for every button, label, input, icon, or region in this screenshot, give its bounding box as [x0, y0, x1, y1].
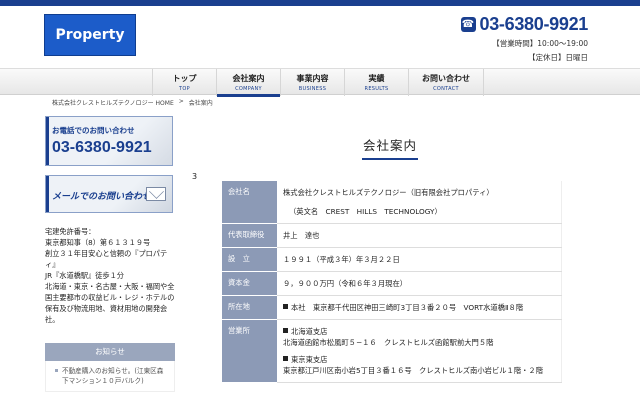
nav-business-en: BUSINESS	[298, 86, 327, 92]
top-accent-bar	[0, 0, 640, 6]
title-underline	[362, 158, 418, 160]
notice-item[interactable]: 不動産購入のお知らせ。(江東区森下マンション１０戸バルク)	[54, 366, 166, 386]
bullet-square-icon	[283, 328, 288, 333]
row-value: 井上 達也	[277, 223, 562, 248]
notice-list: 不動産購入のお知らせ。(江東区森下マンション１０戸バルク)	[45, 361, 175, 392]
sidebar: お電話でのお問い合わせ 03-6380-9921 メールでのお問い合わせ 宅建免…	[45, 116, 175, 392]
office-name: 東京東支店	[291, 355, 328, 364]
nav-top-label: トップ	[172, 74, 197, 83]
row-value: 本社 東京都千代田区神田三崎町3丁目３番２０号 VORT水道橋Ⅱ８階	[277, 295, 562, 320]
breadcrumb: 株式会社クレストヒルズテクノロジー HOME > 会社案内	[52, 98, 213, 107]
nav-contact[interactable]: お問い合わせ CONTACT	[408, 69, 484, 96]
nav-business[interactable]: 事業内容 BUSINESS	[280, 69, 344, 96]
main-nav: トップ TOP 会社案内 COMPANY 事業内容 BUSINESS 実績 RE…	[152, 69, 484, 97]
nav-results-en: RESULTS	[364, 86, 389, 92]
address: 本社 東京都千代田区神田三崎町3丁目３番２０号 VORT水道橋Ⅱ８階	[291, 303, 524, 312]
row-label: 設 立	[222, 247, 277, 272]
header-phone-number[interactable]: 03-6380-9921	[480, 14, 589, 35]
office-address: 東京都江戸川区南小岩5丁目３番１６号 クレストヒルズ南小岩ビル１階・２階	[283, 366, 544, 375]
nav-company-label: 会社案内	[232, 74, 265, 83]
business-hours: 【営業時間】10:00〜19:00	[492, 39, 588, 48]
table-row: 所在地 本社 東京都千代田区神田三崎町3丁目３番２０号 VORT水道橋Ⅱ８階	[222, 295, 562, 320]
company-name-en: （英文名 CREST HILLS TECHNOLOGY）	[289, 207, 442, 216]
table-row: 会社名 株式会社クレストヒルズテクノロジー（旧有限会社プロパティ） （英文名 C…	[222, 181, 562, 224]
phone-icon: ☎	[460, 17, 476, 32]
row-label: 資本金	[222, 271, 277, 296]
office-name: 北海道支店	[291, 327, 328, 336]
notice-heading: お知らせ	[45, 343, 175, 361]
banner-accent	[46, 117, 49, 165]
banner-accent	[46, 176, 49, 212]
table-row: 代表取締役 井上 達也	[222, 223, 562, 248]
breadcrumb-separator: >	[178, 98, 184, 105]
mail-banner-caption: メールでのお問い合わせ	[52, 192, 152, 202]
row-value: 北海道支店 北海道函館市松風町５−１６ クレストヒルズ函館駅前大門５階 東京東支…	[277, 319, 562, 383]
nav-company-en: COMPANY	[235, 86, 262, 92]
license-line: 創立３１年目安心と信頼の『プロパティ』	[45, 249, 168, 269]
nav-business-label: 事業内容	[296, 74, 329, 83]
office-entry: 東京東支店 東京都江戸川区南小岩5丁目３番１６号 クレストヒルズ南小岩ビル１階・…	[283, 354, 555, 376]
table-row: 営業所 北海道支店 北海道函館市松風町５−１６ クレストヒルズ函館駅前大門５階 …	[222, 319, 562, 383]
row-label: 営業所	[222, 319, 277, 383]
stray-text: 3	[192, 172, 198, 181]
company-name: 株式会社クレストヒルズテクノロジー（旧有限会社プロパティ）	[283, 188, 494, 197]
license-line: 北海道・東京・名古屋・大阪・福岡や全国主要都市の収益ビル・レジ・ホテルの保有及び…	[45, 282, 175, 324]
nav-top-en: TOP	[179, 86, 190, 92]
breadcrumb-home-link[interactable]: 株式会社クレストヒルズテクノロジー HOME	[52, 98, 174, 107]
row-label: 会社名	[222, 181, 277, 224]
row-value: ９，９００万円（令和６年３月現在）	[277, 271, 562, 296]
office-entry: 北海道支店 北海道函館市松風町５−１６ クレストヒルズ函館駅前大門５階	[283, 326, 555, 348]
license-info: 宅建免許番号： 東京都知事（8）第６１３１９号 創立３１年目安心と信頼の『プロパ…	[45, 226, 177, 325]
site-logo[interactable]: Property	[44, 14, 136, 56]
nav-top[interactable]: トップ TOP	[152, 69, 216, 96]
holiday: 【定休日】日曜日	[528, 53, 588, 62]
nav-results-label: 実績	[368, 74, 385, 83]
nav-company[interactable]: 会社案内 COMPANY	[216, 69, 280, 97]
company-info-table: 会社名 株式会社クレストヒルズテクノロジー（旧有限会社プロパティ） （英文名 C…	[222, 181, 562, 383]
tel-banner-number: 03-6380-9921	[52, 139, 152, 156]
tel-contact-banner[interactable]: お電話でのお問い合わせ 03-6380-9921	[45, 116, 173, 166]
envelope-icon	[146, 187, 166, 201]
row-label: 代表取締役	[222, 223, 277, 248]
bullet-square-icon	[283, 356, 288, 361]
license-line: 宅建免許番号：	[45, 227, 96, 236]
breadcrumb-current: 会社案内	[188, 100, 213, 107]
mail-contact-banner[interactable]: メールでのお問い合わせ	[45, 175, 173, 213]
nav-contact-label: お問い合わせ	[422, 74, 470, 83]
nav-results[interactable]: 実績 RESULTS	[344, 69, 408, 96]
bullet-square-icon	[283, 304, 288, 309]
table-row: 設 立 １９９１（平成３年）年３月２２日	[222, 247, 562, 272]
row-value: 株式会社クレストヒルズテクノロジー（旧有限会社プロパティ） （英文名 CREST…	[277, 181, 562, 224]
table-row: 資本金 ９，９００万円（令和６年３月現在）	[222, 271, 562, 296]
tel-banner-caption: お電話でのお問い合わせ	[52, 126, 135, 135]
license-line: JR『水道橋駅』徒歩１分	[45, 271, 124, 280]
header-contact: ☎ 03-6380-9921 【営業時間】10:00〜19:00 【定休日】日曜…	[460, 14, 589, 63]
page-title: 会社案内	[362, 138, 417, 153]
row-label: 所在地	[222, 295, 277, 320]
row-value: １９９１（平成３年）年３月２２日	[277, 247, 562, 272]
page-title-block: 会社案内	[300, 135, 480, 160]
main-nav-bar: トップ TOP 会社案内 COMPANY 事業内容 BUSINESS 実績 RE…	[0, 68, 640, 97]
license-line: 東京都知事（8）第６１３１９号	[45, 238, 151, 247]
logo-text: Property	[55, 27, 125, 43]
office-address: 北海道函館市松風町５−１６ クレストヒルズ函館駅前大門５階	[283, 338, 494, 347]
nav-contact-en: CONTACT	[433, 86, 459, 92]
